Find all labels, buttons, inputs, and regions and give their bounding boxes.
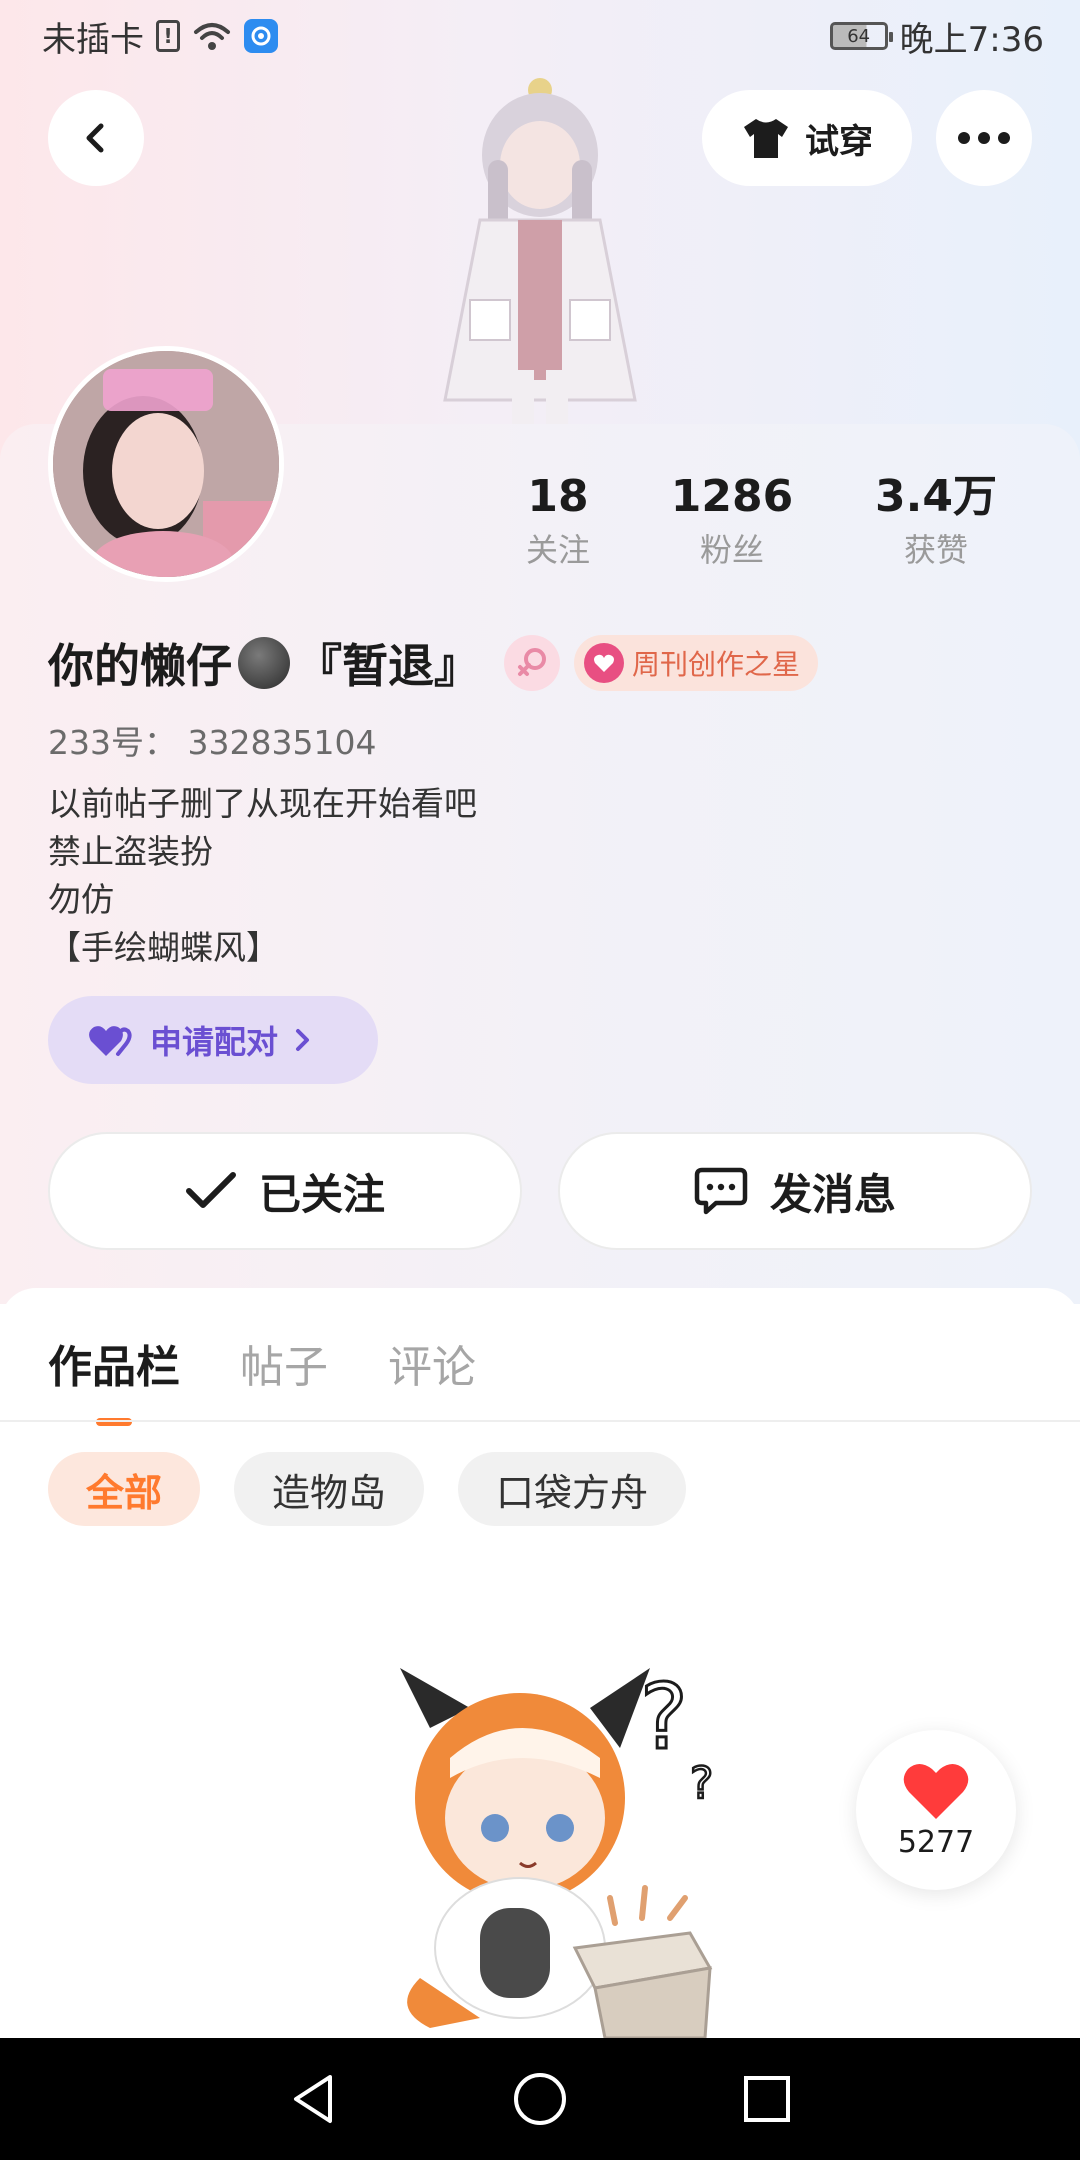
triangle-back-icon — [294, 2075, 333, 2123]
shirt-icon — [744, 119, 788, 158]
user-id: 233号： 332835104 — [48, 723, 377, 762]
like-count: 5277 — [897, 1824, 975, 1860]
system-navigation-bar — [0, 2038, 1080, 2160]
nav-recents-button[interactable] — [727, 2059, 807, 2139]
apply-pair-button[interactable]: 申请配对 — [48, 996, 378, 1084]
circle-home-icon — [513, 2073, 566, 2125]
double-heart-icon — [89, 1026, 132, 1056]
stat-label: 获赞 — [903, 531, 968, 569]
empty-state-illustration: ? ? — [400, 1664, 715, 2038]
clock-text: 晚上7:36 — [899, 19, 1044, 60]
filter-chips: 全部 造物岛 口袋方舟 — [48, 1452, 687, 1526]
profile-tabs: 作品栏 帖子 评论 — [48, 1328, 476, 1408]
app-notification-icon — [244, 19, 278, 53]
chip-creation-island[interactable]: 造物岛 — [234, 1452, 425, 1526]
stat-followers[interactable]: 1286 粉丝 — [630, 468, 834, 574]
more-button[interactable] — [936, 90, 1032, 186]
check-icon — [185, 1172, 236, 1208]
svg-text:?: ? — [640, 1665, 688, 1770]
sim-alert-icon: ! — [156, 20, 180, 52]
avatar-photo — [53, 351, 279, 577]
like-button[interactable]: 5277 — [856, 1730, 1016, 1890]
try-on-label: 试穿 — [805, 121, 873, 162]
followed-label: 已关注 — [258, 1169, 385, 1219]
status-left: 未插卡 ! — [42, 12, 278, 61]
profile-stats: 18 关注 1286 粉丝 3.4万 获赞 — [486, 468, 1062, 574]
stat-following[interactable]: 18 关注 — [486, 468, 630, 574]
stat-likes[interactable]: 3.4万 获赞 — [834, 468, 1038, 574]
heart-medal-icon — [584, 643, 624, 683]
avatar[interactable] — [48, 346, 284, 582]
wifi-icon — [194, 23, 230, 50]
try-on-button[interactable]: 试穿 — [702, 90, 912, 186]
bio-line: 禁止盗装扮 — [48, 832, 213, 871]
chat-bubble-icon — [694, 1167, 748, 1215]
tab-works[interactable]: 作品栏 — [48, 1328, 180, 1408]
chip-pocket-ark[interactable]: 口袋方舟 — [458, 1452, 687, 1526]
battery-icon: 64 — [829, 22, 893, 50]
svg-text:?: ? — [690, 1758, 713, 1809]
tab-posts[interactable]: 帖子 — [240, 1328, 328, 1408]
creator-star-badge[interactable]: 周刊创作之星 — [574, 635, 819, 691]
bio-line: 以前帖子删了从现在开始看吧 — [48, 784, 477, 823]
creator-star-label: 周刊创作之星 — [632, 648, 801, 681]
carrier-text: 未插卡 — [42, 19, 144, 60]
status-bar: 未插卡 ! 64 晚上7:36 — [0, 0, 1080, 72]
bio-line: 【手绘蝴蝶风】 — [48, 928, 279, 967]
stat-label: 关注 — [525, 531, 590, 569]
apply-pair-label: 申请配对 — [150, 1023, 279, 1061]
chevron-left-icon — [86, 123, 104, 153]
chip-all[interactable]: 全部 — [48, 1452, 201, 1526]
face-emoji-icon — [238, 637, 290, 689]
send-message-label: 发消息 — [769, 1169, 896, 1219]
stat-value: 18 — [527, 471, 589, 522]
username-suffix: 『暂退』 — [296, 639, 480, 693]
tab-comments[interactable]: 评论 — [388, 1328, 476, 1408]
female-gender-icon — [504, 635, 560, 691]
username-part: 你的懒仔 — [48, 639, 232, 693]
nav-back-button[interactable] — [273, 2059, 353, 2139]
stat-value: 3.4万 — [875, 471, 997, 522]
content-section: 作品栏 帖子 评论 全部 造物岛 口袋方舟 ? ? — [0, 1288, 1080, 2038]
nav-home-button[interactable] — [500, 2059, 580, 2139]
username-row: 你的懒仔 『暂退』 周刊创作之星 — [48, 630, 819, 696]
square-recents-icon — [743, 2076, 790, 2122]
back-button[interactable] — [48, 90, 144, 186]
followed-button[interactable]: 已关注 — [48, 1132, 522, 1250]
stat-label: 粉丝 — [699, 531, 764, 569]
tab-divider — [0, 1420, 1080, 1422]
more-horizontal-icon — [958, 132, 1010, 144]
chevron-right-icon — [296, 1029, 310, 1051]
status-right: 64 晚上7:36 — [829, 12, 1044, 61]
bio-line: 勿仿 — [48, 880, 114, 919]
heart-icon — [903, 1763, 969, 1819]
stat-value: 1286 — [670, 471, 794, 522]
bio: 以前帖子删了从现在开始看吧 禁止盗装扮 勿仿 【手绘蝴蝶风】 — [48, 780, 477, 972]
avatar-character-image — [443, 78, 637, 430]
send-message-button[interactable]: 发消息 — [558, 1132, 1032, 1250]
